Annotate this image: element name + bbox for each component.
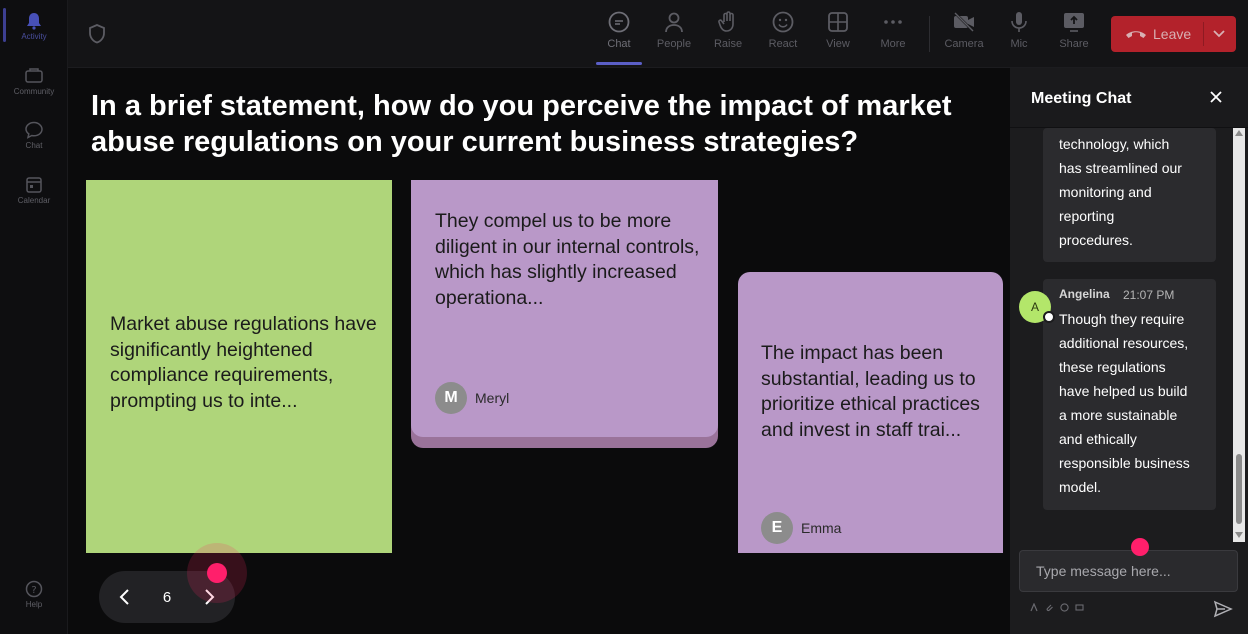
attach-icon[interactable] xyxy=(1045,603,1054,612)
chat-icon xyxy=(608,11,630,33)
note-card-meryl[interactable]: They compel us to be more diligent in ou… xyxy=(411,180,718,448)
format-text-icon[interactable] xyxy=(1030,603,1039,612)
smiley-icon xyxy=(772,11,794,33)
note-text: They compel us to be more diligent in ou… xyxy=(435,210,700,309)
note-text: The impact has been substantial, leading… xyxy=(761,342,980,441)
chat-message: technology, which has streamlined our mo… xyxy=(1043,128,1216,262)
toolbar-react-button[interactable]: React xyxy=(758,10,808,50)
shield-icon[interactable] xyxy=(88,24,106,44)
chat-message: Angelina 21:07 PM Though they require ad… xyxy=(1043,279,1216,510)
note-author: E Emma xyxy=(761,512,841,544)
svg-text:?: ? xyxy=(31,585,36,596)
close-icon[interactable] xyxy=(1209,90,1223,104)
grid-view-icon xyxy=(828,12,848,32)
send-icon[interactable] xyxy=(1213,600,1233,618)
question-title: In a brief statement, how do you perceiv… xyxy=(91,90,952,158)
phone-hangup-icon xyxy=(1126,31,1146,38)
avatar: E xyxy=(761,512,793,544)
chat-format-toolbar xyxy=(1030,603,1084,612)
rail-item-help[interactable]: ? Help xyxy=(0,580,68,609)
message-body: Though they require additional resources… xyxy=(1059,311,1190,495)
note-card-green[interactable]: Market abuse regulations have significan… xyxy=(86,180,392,553)
microphone-icon xyxy=(1011,12,1027,32)
toolbar-view-button[interactable]: View xyxy=(813,10,863,50)
scroll-up-arrow-icon[interactable] xyxy=(1235,130,1243,136)
toolbar-divider xyxy=(929,16,930,52)
chat-header: Meeting Chat xyxy=(1010,68,1248,128)
toolbar-raise-button[interactable]: Raise xyxy=(703,10,753,50)
toolbar-active-indicator xyxy=(596,62,642,65)
emoji-icon[interactable] xyxy=(1060,603,1069,612)
gif-icon[interactable] xyxy=(1075,603,1084,612)
camera-off-icon xyxy=(954,12,974,32)
chevron-left-icon[interactable] xyxy=(115,587,135,607)
message-time: 21:07 PM xyxy=(1123,288,1175,302)
avatar: M xyxy=(435,382,467,414)
person-icon xyxy=(665,12,683,33)
meeting-toolbar: Chat People Raise React View More Camera… xyxy=(68,0,1248,68)
rail-item-activity[interactable]: Activity xyxy=(0,12,68,41)
note-card-emma[interactable]: The impact has been substantial, leading… xyxy=(738,272,1003,553)
help-icon: ? xyxy=(25,580,43,598)
toolbar-chat-button[interactable]: Chat xyxy=(594,10,644,50)
note-face: They compel us to be more diligent in ou… xyxy=(411,180,718,437)
leave-button[interactable]: Leave xyxy=(1111,16,1236,52)
community-icon xyxy=(25,68,43,83)
bell-icon xyxy=(27,13,41,30)
chevron-down-icon[interactable] xyxy=(1212,29,1226,39)
more-dots-icon xyxy=(884,20,902,24)
raise-hand-icon xyxy=(718,11,734,32)
chat-message-input[interactable] xyxy=(1019,550,1238,592)
rail-item-calendar[interactable]: Calendar xyxy=(0,176,68,205)
cursor-indicator xyxy=(1131,538,1149,556)
note-author: M Meryl xyxy=(435,382,509,414)
scroll-down-arrow-icon[interactable] xyxy=(1235,532,1243,538)
chat-title: Meeting Chat xyxy=(1031,90,1132,107)
leave-separator xyxy=(1203,22,1204,46)
chat-bubble-icon xyxy=(25,121,43,139)
toolbar-people-button[interactable]: People xyxy=(649,10,699,50)
author-name: Meryl xyxy=(475,390,510,406)
calendar-icon xyxy=(26,177,42,193)
toolbar-mic-button[interactable]: Mic xyxy=(994,10,1044,50)
toolbar-more-button[interactable]: More xyxy=(868,10,918,50)
rail-item-chat[interactable]: Chat xyxy=(0,121,68,150)
page-number: 6 xyxy=(162,589,172,606)
message-body: technology, which has streamlined our mo… xyxy=(1059,136,1182,248)
toolbar-share-button[interactable]: Share xyxy=(1049,10,1099,50)
presence-status-icon xyxy=(1043,311,1055,323)
message-author: Angelina xyxy=(1059,287,1110,301)
app-rail: Activity Community Chat Calendar ? Help xyxy=(0,0,68,634)
rail-item-community[interactable]: Community xyxy=(0,67,68,96)
scroll-thumb[interactable] xyxy=(1236,454,1242,524)
chat-scrollbar[interactable] xyxy=(1233,128,1245,542)
toolbar-camera-button[interactable]: Camera xyxy=(939,10,989,50)
share-screen-icon xyxy=(1064,13,1084,32)
cursor-indicator xyxy=(207,563,227,583)
author-name: Emma xyxy=(801,520,842,536)
note-text: Market abuse regulations have significan… xyxy=(110,313,377,412)
